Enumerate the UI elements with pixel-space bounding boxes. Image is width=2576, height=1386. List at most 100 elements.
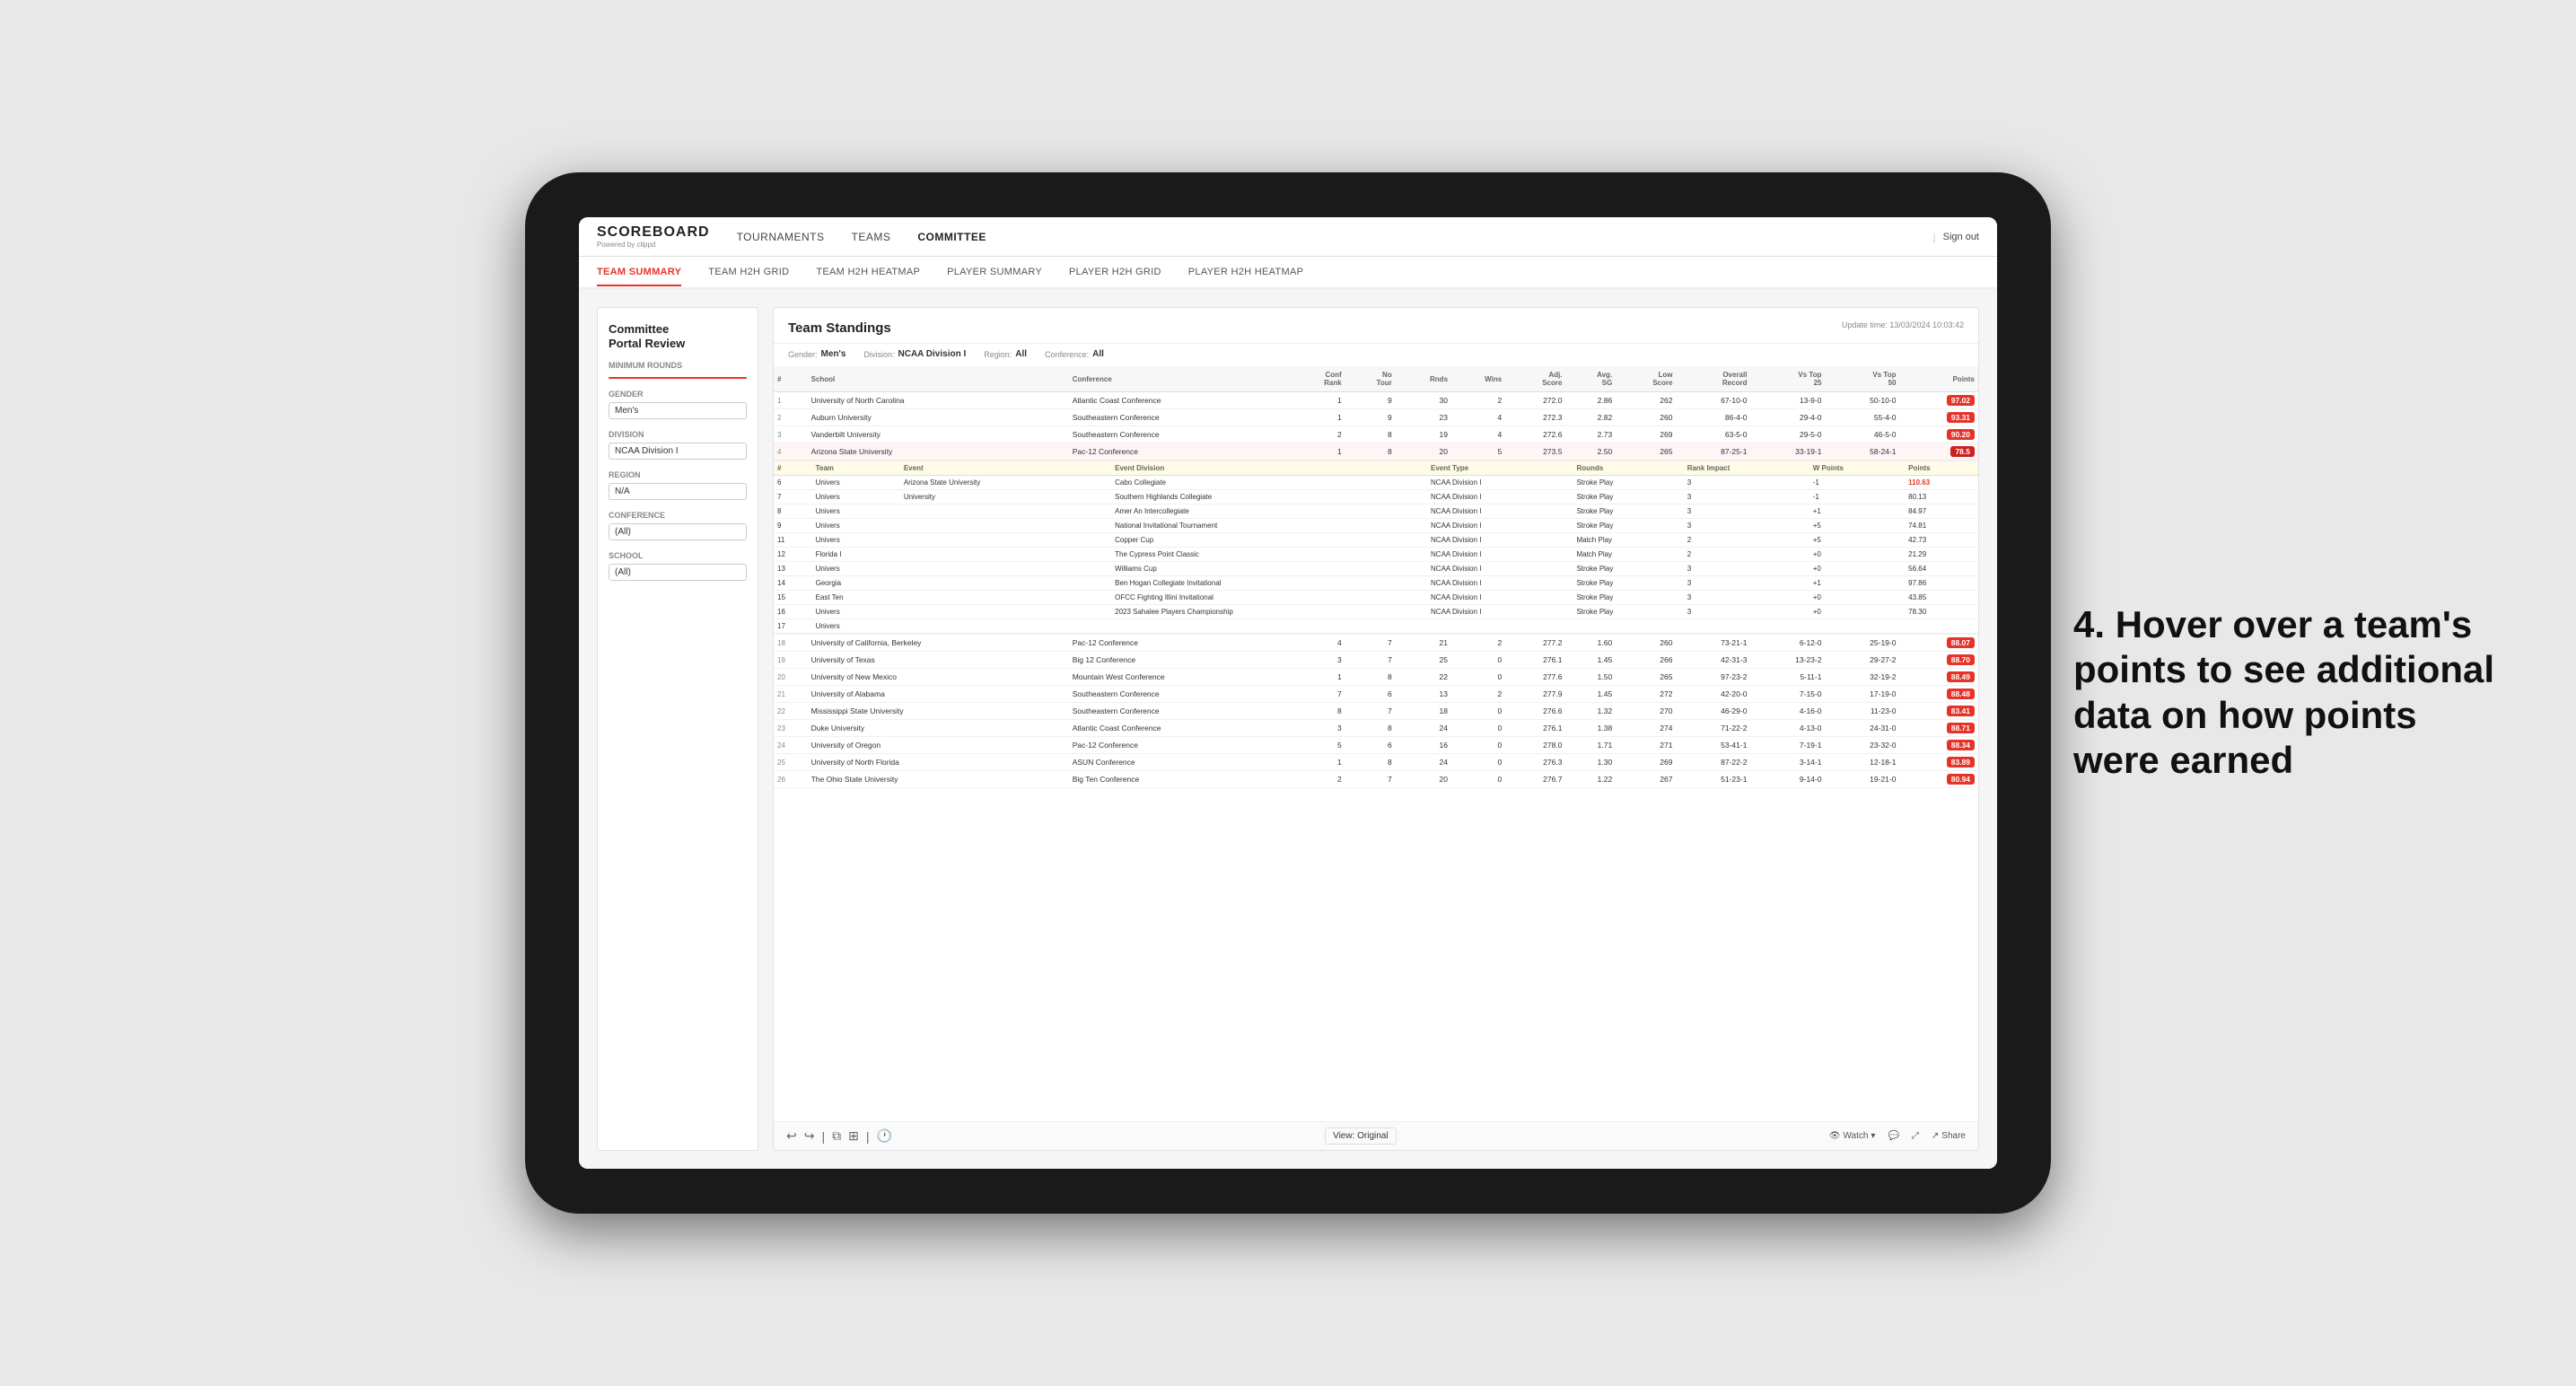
update-time: Update time: 13/03/2024 10:03:42 — [1842, 320, 1964, 329]
table-row[interactable]: 1 University of North Carolina Atlantic … — [774, 392, 1978, 409]
col-low-score: LowScore — [1616, 366, 1676, 392]
standings-table: # School Conference ConfRank NoTour Rnds… — [774, 366, 1978, 788]
share-icon: ↗ — [1932, 1131, 1939, 1141]
division-filter-display: Division: NCAA Division I — [863, 349, 966, 359]
inner-table-row: 13UniversWilliams CupNCAA Division IStro… — [774, 562, 1978, 576]
conference-label: Conference — [609, 511, 747, 520]
min-rounds-filter: Minimum Rounds — [609, 361, 747, 379]
inner-table-row: 7UniversUniversitySouthern Highlands Col… — [774, 490, 1978, 504]
toolbar-separator: | — [821, 1129, 825, 1144]
watch-button[interactable]: 👁 Watch ▾ — [1829, 1131, 1876, 1141]
tab-player-summary[interactable]: PLAYER SUMMARY — [947, 259, 1042, 285]
app-logo-sub: Powered by clippd — [597, 241, 710, 249]
tab-team-summary[interactable]: TEAM SUMMARY — [597, 259, 681, 286]
toolbar-left: ↩ ↪ | ⧉ ⊞ | 🕐 — [786, 1128, 892, 1144]
logo-area: SCOREBOARD Powered by clippd — [597, 224, 710, 249]
table-row[interactable]: 20 University of New Mexico Mountain Wes… — [774, 669, 1978, 686]
gender-filter: Gender Men's — [609, 390, 747, 419]
inner-table-row: 14GeorgiaBen Hogan Collegiate Invitation… — [774, 576, 1978, 591]
tab-team-h2h-heatmap[interactable]: TEAM H2H HEATMAP — [816, 259, 920, 285]
col-school: School — [808, 366, 1069, 392]
nav-tournaments[interactable]: TOURNAMENTS — [737, 227, 825, 247]
table-row[interactable]: 2 Auburn University Southeastern Confere… — [774, 409, 1978, 426]
table-row[interactable]: 18 University of California, Berkeley Pa… — [774, 635, 1978, 652]
main-content: Committee Portal Review Minimum Rounds G… — [579, 289, 1997, 1169]
standings-table-container: # School Conference ConfRank NoTour Rnds… — [774, 366, 1978, 1121]
col-rank: # — [774, 366, 808, 392]
tab-player-h2h-heatmap[interactable]: PLAYER H2H HEATMAP — [1188, 259, 1303, 285]
inner-table-row: 15East TenOFCC Fighting Illini Invitatio… — [774, 591, 1978, 605]
expanded-details-row: # Team Event Event Division Event Type R… — [774, 461, 1978, 635]
top-navigation: SCOREBOARD Powered by clippd TOURNAMENTS… — [579, 217, 1997, 257]
nav-teams[interactable]: TEAMS — [852, 227, 891, 247]
col-wins: Wins — [1451, 366, 1505, 392]
undo-button[interactable]: ↩ — [786, 1128, 797, 1144]
conference-filter-display: Conference: All — [1045, 349, 1104, 359]
school-select[interactable]: (All) — [609, 564, 747, 581]
school-label: School — [609, 551, 747, 560]
col-adj-score: Adj.Score — [1505, 366, 1565, 392]
inner-table-row: 9UniversNational Invitational Tournament… — [774, 519, 1978, 533]
gender-filter-display: Gender: Men's — [788, 349, 846, 359]
sign-out-button[interactable]: Sign out — [1943, 232, 1979, 242]
inner-table-row: 12Florida IThe Cypress Point ClassicNCAA… — [774, 548, 1978, 562]
expand-view-button[interactable]: ⤢ — [1912, 1131, 1919, 1141]
app-logo: SCOREBOARD — [597, 224, 710, 241]
tab-player-h2h-grid[interactable]: PLAYER H2H GRID — [1069, 259, 1161, 285]
comment-button[interactable]: 💬 — [1888, 1131, 1898, 1141]
bottom-toolbar: ↩ ↪ | ⧉ ⊞ | 🕐 View: Original 👁 — [774, 1121, 1978, 1150]
annotation-text: 4. Hover over a team's points to see add… — [2073, 602, 2504, 784]
table-row[interactable]: 4 Arizona State University Pac-12 Confer… — [774, 443, 1978, 461]
division-filter: Division NCAA Division I — [609, 430, 747, 460]
nav-committee[interactable]: COMMITTEE — [917, 227, 986, 247]
copy-button[interactable]: ⧉ — [832, 1128, 841, 1144]
view-original-button[interactable]: View: Original — [1325, 1127, 1397, 1145]
region-select[interactable]: N/A — [609, 483, 747, 500]
left-filter-panel: Committee Portal Review Minimum Rounds G… — [597, 307, 758, 1151]
table-row[interactable]: 26 The Ohio State University Big Ten Con… — [774, 771, 1978, 788]
min-rounds-slider[interactable] — [609, 377, 747, 379]
table-row[interactable]: 3 Vanderbilt University Southeastern Con… — [774, 426, 1978, 443]
inner-table-row: 8UniversAmer An IntercollegiateNCAA Divi… — [774, 504, 1978, 519]
standings-filter-row: Gender: Men's Division: NCAA Division I … — [774, 344, 1978, 366]
col-no-tour: NoTour — [1345, 366, 1396, 392]
tablet-screen: SCOREBOARD Powered by clippd TOURNAMENTS… — [579, 217, 1997, 1169]
table-row[interactable]: 22 Mississippi State University Southeas… — [774, 703, 1978, 720]
region-filter: Region N/A — [609, 470, 747, 500]
gender-select[interactable]: Men's — [609, 402, 747, 419]
inner-table-row: 17Univers — [774, 619, 1978, 634]
division-label: Division — [609, 430, 747, 439]
toolbar-right: 👁 Watch ▾ 💬 ⤢ ↗ Share — [1829, 1131, 1966, 1141]
table-row[interactable]: 21 University of Alabama Southeastern Co… — [774, 686, 1978, 703]
col-conference: Conference — [1069, 366, 1291, 392]
division-select[interactable]: NCAA Division I — [609, 443, 747, 460]
school-filter: School (All) — [609, 551, 747, 581]
inner-table-row: 11UniversCopper CupNCAA Division IMatch … — [774, 533, 1978, 548]
table-row[interactable]: 24 University of Oregon Pac-12 Conferenc… — [774, 737, 1978, 754]
col-points: Points — [1899, 366, 1978, 392]
nav-items: TOURNAMENTS TEAMS COMMITTEE — [737, 227, 1933, 247]
col-vs-top50: Vs Top50 — [1825, 366, 1899, 392]
conference-select[interactable]: (All) — [609, 523, 747, 540]
separator2: | — [866, 1129, 870, 1144]
inner-table-row: 6UniversArizona State UniversityCabo Col… — [774, 476, 1978, 490]
region-label: Region — [609, 470, 747, 479]
chevron-down-icon: ▾ — [1871, 1131, 1875, 1141]
panel-title: Committee Portal Review — [609, 322, 747, 350]
sub-navigation: TEAM SUMMARY TEAM H2H GRID TEAM H2H HEAT… — [579, 257, 1997, 289]
col-vs-top25: Vs Top25 — [1750, 366, 1825, 392]
eye-icon: 👁 — [1829, 1131, 1841, 1141]
clock-icon[interactable]: 🕐 — [876, 1128, 891, 1144]
standings-title: Team Standings — [788, 320, 891, 336]
col-avg-sg: Avg.SG — [1565, 366, 1616, 392]
table-row[interactable]: 25 University of North Florida ASUN Conf… — [774, 754, 1978, 771]
right-standings-panel: Team Standings Update time: 13/03/2024 1… — [773, 307, 1979, 1151]
tab-team-h2h-grid[interactable]: TEAM H2H GRID — [708, 259, 789, 285]
redo-button[interactable]: ↪ — [804, 1128, 815, 1144]
share-button[interactable]: ↗ Share — [1932, 1131, 1966, 1141]
table-row[interactable]: 19 University of Texas Big 12 Conference… — [774, 652, 1978, 669]
region-filter-display: Region: All — [984, 349, 1027, 359]
expand-button[interactable]: ⊞ — [848, 1128, 859, 1144]
min-rounds-label: Minimum Rounds — [609, 361, 747, 370]
table-row[interactable]: 23 Duke University Atlantic Coast Confer… — [774, 720, 1978, 737]
